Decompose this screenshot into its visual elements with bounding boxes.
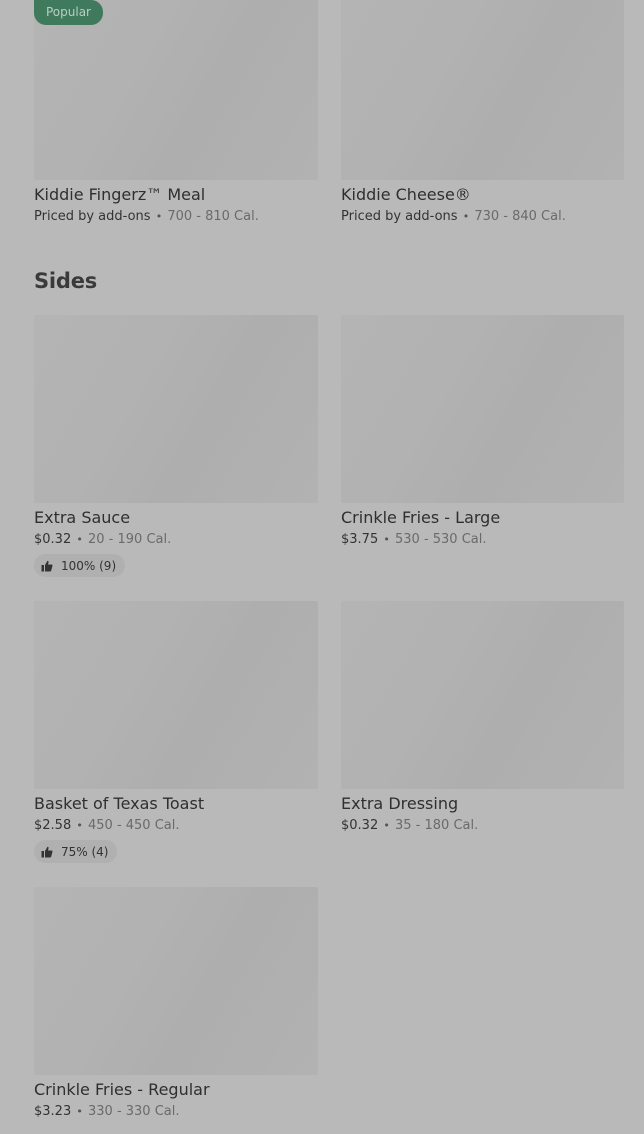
menu-item-calories: 330 - 330 Cal. [88, 1104, 180, 1119]
menu-item-image: Popular [34, 0, 318, 180]
menu-item-meta: $2.58 • 450 - 450 Cal. [34, 817, 318, 834]
menu-item-calories: 700 - 810 Cal. [167, 209, 259, 224]
separator: • [76, 533, 83, 546]
rating-badge: 75% (4) [34, 840, 118, 863]
menu-item-name: Crinkle Fries - Regular [34, 1080, 210, 1099]
popular-badge: Popular [34, 0, 103, 25]
rating-text: 75% (4) [61, 844, 109, 859]
menu-item-calories: 20 - 190 Cal. [88, 532, 172, 547]
menu-item-name: Extra Dressing [341, 794, 459, 813]
separator: • [383, 533, 390, 546]
menu-item-calories: 530 - 530 Cal. [395, 532, 487, 547]
menu-item-price: $3.75 [341, 532, 379, 547]
menu-item-card[interactable]: Crinkle Fries - Large $3.75 • 530 - 530 … [341, 315, 624, 548]
menu-item-card[interactable]: Crinkle Fries - Regular $3.23 • 330 - 33… [34, 887, 318, 1120]
menu-item-meta: $3.75 • 530 - 530 Cal. [341, 531, 624, 548]
menu-item-price: Priced by add-ons [341, 209, 458, 224]
menu-item-price: $0.32 [34, 532, 72, 547]
menu-item-card[interactable]: Popular Kiddie Fingerz™ Meal Priced by a… [34, 0, 318, 225]
menu-item-image [341, 315, 624, 503]
menu-item-card[interactable]: Extra Sauce $0.32 • 20 - 190 Cal. 100% (… [34, 315, 318, 577]
menu-item-image [341, 0, 624, 180]
separator: • [76, 819, 83, 832]
rating-text: 100% (9) [61, 558, 117, 573]
menu-item-name: Crinkle Fries - Large [341, 508, 501, 527]
thumbs-up-icon [41, 560, 53, 571]
menu-item-price: Priced by add-ons [34, 209, 151, 224]
section-title: Sides [34, 269, 98, 293]
menu-item-image [341, 601, 624, 789]
menu-item-price: $2.58 [34, 818, 72, 833]
menu-item-meta: Priced by add-ons • 730 - 840 Cal. [341, 208, 624, 225]
separator: • [462, 210, 470, 223]
menu-item-calories: 35 - 180 Cal. [395, 818, 479, 833]
menu-item-price: $0.32 [341, 818, 379, 833]
menu-item-meta: $3.23 • 330 - 330 Cal. [34, 1103, 318, 1120]
menu-item-meta: $0.32 • 35 - 180 Cal. [341, 817, 624, 834]
separator: • [383, 819, 390, 832]
separator: • [155, 210, 163, 223]
menu-item-meta: $0.32 • 20 - 190 Cal. [34, 531, 318, 548]
menu-item-card[interactable]: Extra Dressing $0.32 • 35 - 180 Cal. [341, 601, 624, 834]
menu-item-image [34, 315, 318, 503]
rating-badge: 100% (9) [34, 554, 126, 577]
menu-item-price: $3.23 [34, 1104, 72, 1119]
menu-item-calories: 450 - 450 Cal. [88, 818, 180, 833]
separator: • [76, 1105, 83, 1118]
menu-item-meta: Priced by add-ons • 700 - 810 Cal. [34, 208, 318, 225]
menu-item-image [34, 887, 318, 1075]
menu-item-card[interactable]: Basket of Texas Toast $2.58 • 450 - 450 … [34, 601, 318, 863]
menu-item-name: Basket of Texas Toast [34, 794, 205, 813]
thumbs-up-icon [41, 846, 53, 857]
menu-item-calories: 730 - 840 Cal. [474, 209, 566, 224]
menu-item-image [34, 601, 318, 789]
menu-item-name: Kiddie Cheese® [341, 185, 471, 204]
menu-item-card[interactable]: Kiddie Cheese® Priced by add-ons • 730 -… [341, 0, 624, 225]
menu-item-name: Kiddie Fingerz™ Meal [34, 185, 206, 204]
menu-item-name: Extra Sauce [34, 508, 131, 527]
